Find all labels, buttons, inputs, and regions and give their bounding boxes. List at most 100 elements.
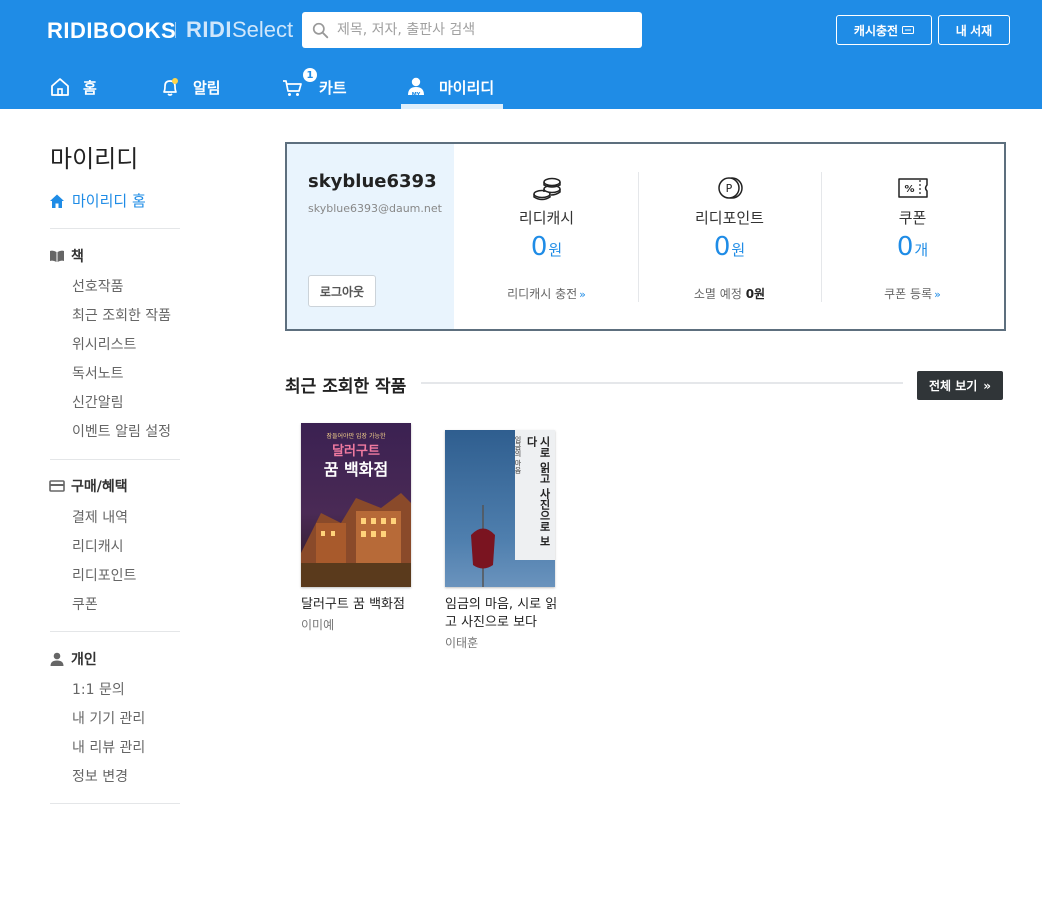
nav-myridi-label: 마이리디 <box>439 78 495 97</box>
expiring-label: 소멸 예정 <box>693 287 742 301</box>
stat-label: 리디포인트 <box>694 209 764 227</box>
sidebar-item-myridi-home[interactable]: 마이리디 홈 <box>49 190 146 211</box>
search-icon <box>312 22 329 38</box>
book-cover[interactable]: 시로 읽고 사진으로 보다 임금의 마음 <box>445 430 555 587</box>
sidebar-item-review-management[interactable]: 내 리뷰 관리 <box>72 737 145 757</box>
sidebar-item-ridicash[interactable]: 리디캐시 <box>72 536 124 556</box>
svg-text:%: % <box>904 184 914 195</box>
ridiselect-logo[interactable]: RIDISelect <box>186 17 293 43</box>
sidebar-group-purchases: 구매/혜택 <box>49 476 128 496</box>
book-card[interactable]: 시로 읽고 사진으로 보다 임금의 마음 임금의 마음, 시로 읽고 사진으로 … <box>445 430 575 651</box>
book-cover-title-main: 꿈 백화점 <box>323 460 389 479</box>
card-icon <box>49 480 65 492</box>
cash-charge-button[interactable]: 캐시충전 <box>836 15 932 45</box>
cart-icon <box>283 80 302 96</box>
view-all-button[interactable]: 전체 보기 » <box>917 371 1003 400</box>
svg-text:P: P <box>725 182 732 195</box>
account-summary-box: skyblue6393 skyblue6393@daum.net 로그아웃 리디… <box>285 142 1006 331</box>
nav-notifications-label: 알림 <box>193 78 221 97</box>
coupon-stat: % 쿠폰 0개 쿠폰 등록» <box>821 144 1004 329</box>
sidebar-group-personal: 개인 <box>49 649 97 669</box>
sidebar-divider <box>50 631 180 632</box>
account-profile-panel: skyblue6393 skyblue6393@daum.net 로그아웃 <box>287 144 454 329</box>
ridicash-stat: 리디캐시 0원 리디캐시 충전» <box>455 144 638 329</box>
nav-notifications[interactable]: 알림 <box>159 68 221 106</box>
logout-button[interactable]: 로그아웃 <box>308 275 376 307</box>
stat-link-label: 쿠폰 등록 <box>884 287 933 301</box>
sidebar-group-label: 구매/혜택 <box>71 479 128 495</box>
nav-myridi[interactable]: MY 마이리디 <box>401 68 503 106</box>
ridicash-charge-link[interactable]: 리디캐시 충전» <box>455 285 638 302</box>
sidebar-item-reading-notes[interactable]: 독서노트 <box>72 363 124 383</box>
my-library-button[interactable]: 내 서재 <box>938 15 1010 45</box>
sidebar-group-label: 개인 <box>71 652 97 668</box>
svg-text:MY: MY <box>412 92 421 98</box>
sidebar-item-device-management[interactable]: 내 기기 관리 <box>72 708 145 728</box>
ridiselect-suffix: Select <box>232 17 294 42</box>
view-all-label: 전체 보기 <box>928 379 978 393</box>
sidebar-title: 마이리디 <box>50 145 139 173</box>
my-user-icon: MY <box>408 77 424 98</box>
sidebar-item-new-release-alerts[interactable]: 신간알림 <box>72 392 124 412</box>
ridicash-amount[interactable]: 0원 <box>455 232 638 262</box>
book-title[interactable]: 달러구트 꿈 백화점 <box>301 596 421 614</box>
book-author[interactable]: 이미예 <box>301 616 431 633</box>
book-icon <box>50 250 64 262</box>
book-card[interactable]: 잠들어야만 입장 가능한 달러구트 꿈 백화점 달러구트 꿈 백화점 이미예 <box>301 423 431 633</box>
sidebar-group-books: 책 <box>49 246 84 266</box>
expiring-points: 소멸 예정 0원 <box>638 285 821 302</box>
coins-icon <box>532 177 561 201</box>
nav-cart-label: 카트 <box>319 78 347 97</box>
recent-books-title: 최근 조회한 작품 <box>285 377 407 397</box>
chevron-right-icon: » <box>934 288 941 301</box>
chevron-right-icon: » <box>983 378 992 393</box>
book-title[interactable]: 임금의 마음, 시로 읽고 사진으로 보다 <box>445 596 565 632</box>
book-cover-subtitle: 임금의 마음 <box>514 436 522 474</box>
sidebar-divider <box>50 228 180 229</box>
nav-home-label: 홈 <box>83 78 97 97</box>
nav-home[interactable]: 홈 <box>49 68 97 106</box>
sidebar-item-payment-history[interactable]: 결제 내역 <box>72 507 128 527</box>
user-id: skyblue6393 <box>308 171 437 192</box>
search-box[interactable] <box>302 12 642 48</box>
sidebar-item-recent[interactable]: 최근 조회한 작품 <box>72 305 171 325</box>
user-email: skyblue6393@daum.net <box>308 202 442 215</box>
sidebar-item-label: 마이리디 홈 <box>72 192 146 210</box>
sidebar-item-coupon[interactable]: 쿠폰 <box>72 594 98 614</box>
coupon-icon: % <box>897 178 928 198</box>
ridibooks-logo[interactable]: RIDIBOOKS <box>47 18 176 44</box>
home-filled-icon <box>50 194 64 208</box>
sidebar-divider <box>50 459 180 460</box>
sidebar-item-edit-info[interactable]: 정보 변경 <box>72 766 128 786</box>
stat-unit: 원 <box>548 241 563 259</box>
book-cover-title: 시로 읽고 사진으로 보다 <box>525 436 551 547</box>
sidebar-item-favorites[interactable]: 선호작품 <box>72 276 124 296</box>
coupon-icon-wrap: % <box>821 174 1004 202</box>
expiring-amount: 0원 <box>745 287 766 301</box>
active-tab-indicator <box>401 104 503 109</box>
global-header: RIDIBOOKS RIDISelect 캐시충전 내 서재 홈 알림 카트 1… <box>0 0 1042 109</box>
sidebar-item-wishlist[interactable]: 위시리스트 <box>72 334 136 354</box>
coins-icon-wrap <box>455 174 638 202</box>
cart-count-badge: 1 <box>303 68 317 82</box>
coupon-count[interactable]: 0개 <box>821 232 1004 262</box>
sidebar-item-inquiry[interactable]: 1:1 문의 <box>72 679 125 699</box>
home-icon <box>51 78 69 96</box>
coupon-register-link[interactable]: 쿠폰 등록» <box>821 285 1004 302</box>
ridipoint-amount[interactable]: 0원 <box>638 232 821 262</box>
book-author[interactable]: 이태훈 <box>445 634 575 651</box>
book-cover[interactable]: 잠들어야만 입장 가능한 달러구트 꿈 백화점 <box>301 423 411 587</box>
stat-number: 0 <box>896 232 914 262</box>
book-cover-tagline: 잠들어야만 입장 가능한 <box>326 433 386 440</box>
stat-unit: 원 <box>731 241 746 259</box>
search-input[interactable] <box>337 22 617 38</box>
cash-charge-label: 캐시충전 <box>853 23 899 38</box>
chevron-right-icon: » <box>579 288 586 301</box>
sidebar-item-ridipoint[interactable]: 리디포인트 <box>72 565 136 585</box>
point-icon: P <box>717 177 743 199</box>
stat-unit: 개 <box>914 241 929 259</box>
cash-icon <box>902 26 915 34</box>
sidebar-item-event-alert-settings[interactable]: 이벤트 알림 설정 <box>72 421 171 441</box>
ridipoint-stat: P 리디포인트 0원 소멸 예정 0원 <box>638 144 821 329</box>
stat-number: 0 <box>530 232 548 262</box>
